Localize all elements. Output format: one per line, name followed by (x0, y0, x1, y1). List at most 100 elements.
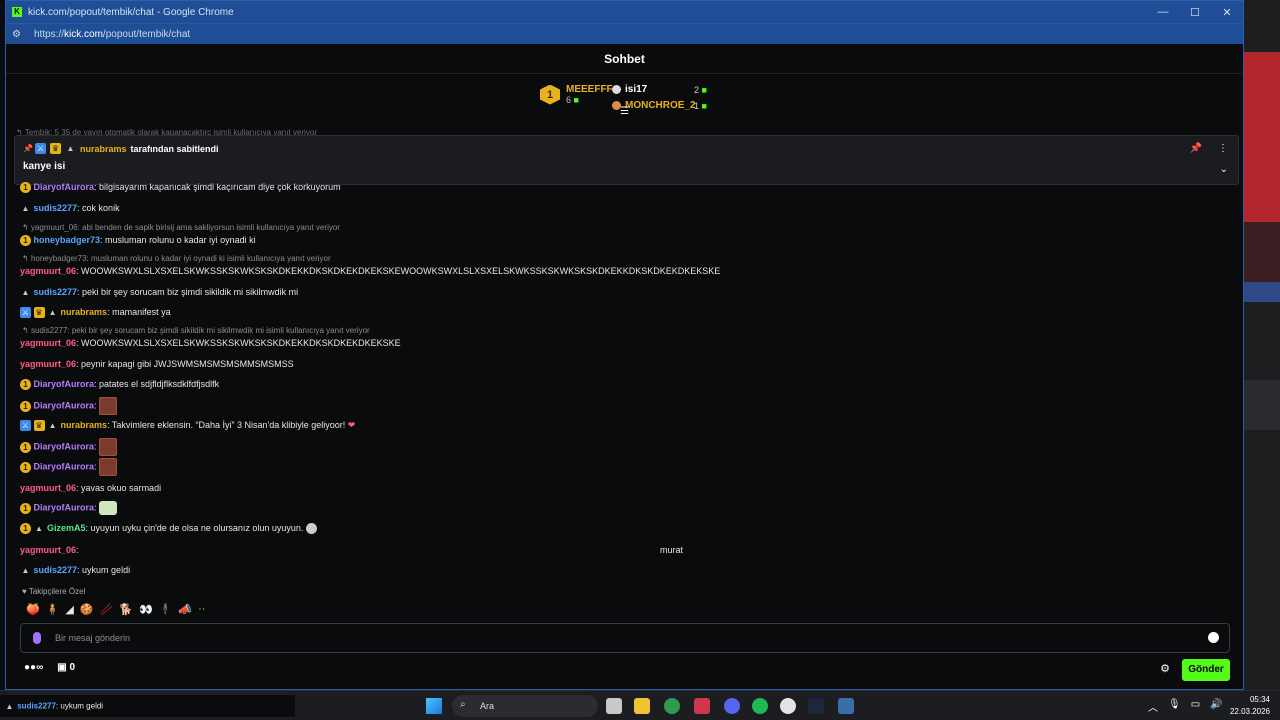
message-username[interactable]: sudis2277 (34, 203, 78, 213)
message-username[interactable]: yagmuurt_06 (20, 483, 76, 493)
crown-badge-icon: ♛ (33, 307, 45, 319)
message-username[interactable]: sudis2277 (34, 287, 78, 297)
subscriber-badge-icon: 1 (20, 441, 31, 453)
pinned-message[interactable]: 📌 ⚔ ♛ ▲ nurabrams tarafından sabitlendi … (14, 135, 1239, 185)
message-username[interactable]: sudis2277 (34, 565, 78, 575)
windows-taskbar: ▲ sudis2277: uykum geldi ⌕ Ara ︿ 🎙 ▭ 🔊 05… (0, 690, 1280, 720)
emote-list: 🍑 🧍 ◢ 🍪 🥢 🐕 👀 🕴 📣 ·· (26, 603, 205, 616)
app-shield-icon[interactable] (838, 698, 854, 714)
file-explorer-icon[interactable] (634, 698, 650, 714)
maximize-icon[interactable]: ☐ (1179, 6, 1211, 19)
emote-button[interactable]: 👀 (139, 603, 153, 616)
windows-start-icon[interactable] (426, 698, 442, 714)
hat-badge-icon: ▲ (21, 204, 30, 214)
microphone-icon[interactable] (33, 632, 41, 644)
chevron-up-icon[interactable]: ︿ (1148, 699, 1158, 714)
emote-button[interactable]: 🧍 (46, 603, 60, 616)
task-view-icon[interactable] (606, 698, 622, 714)
address-bar[interactable]: ⚙ https://kick.com/popout/tembik/chat (6, 23, 1243, 44)
url-text[interactable]: https://kick.com/popout/tembik/chat (34, 29, 190, 40)
message-username[interactable]: honeybadger73 (34, 235, 101, 245)
taskbar-search[interactable]: ⌕ Ara (452, 695, 598, 717)
message-username[interactable]: DiaryofAurora (34, 400, 95, 410)
chat-footer: ●●∞ ▣ 0 ⚙ Gönder (20, 659, 1230, 683)
more-options-icon[interactable]: ⋮ (1218, 143, 1228, 154)
message-username[interactable]: yagmuurt_06 (20, 359, 76, 369)
steam-icon[interactable] (808, 698, 824, 714)
emote-button[interactable]: ◢ (65, 603, 73, 616)
chrome-icon[interactable] (664, 698, 680, 714)
url-host: kick.com (64, 28, 103, 40)
emote-button[interactable]: 📣 (178, 603, 192, 616)
emote-button[interactable]: 🍑 (26, 603, 40, 616)
emote-button[interactable]: 🍪 (80, 603, 94, 616)
chat-message: ⚔ ♛ ▲ nurabrams: mamanifest ya (20, 307, 171, 319)
preview-text: : uykum geldi (55, 701, 104, 711)
clock[interactable]: 05:34 22.03.2026 (1230, 694, 1270, 718)
microphone-tray-icon[interactable]: 🎙 (1168, 699, 1181, 714)
reply-context-text: yagmuurt_06: abi benden de sapik birisij… (30, 223, 340, 232)
gift-icon: ■ (573, 95, 579, 105)
emote-image[interactable] (99, 458, 118, 476)
valorant-icon[interactable] (694, 698, 710, 714)
discord-icon[interactable] (724, 698, 740, 714)
chrome-popup-window: K kick.com/popout/tembik/chat - Google C… (5, 0, 1244, 690)
heart-icon: ♥ (22, 587, 27, 596)
emote-button[interactable]: 🥢 (100, 603, 114, 616)
moderator-badge-icon: ⚔ (20, 307, 31, 319)
crown-badge-icon: ♛ (33, 420, 45, 432)
filter-icon[interactable]: ☰ (620, 106, 629, 117)
message-username[interactable]: DiaryofAurora (34, 441, 95, 451)
message-username[interactable]: yagmuurt_06 (20, 266, 76, 276)
leaderboard-first[interactable]: 1 MEEEFFF 6 ■ (540, 84, 613, 105)
emoji-picker-icon[interactable] (1208, 632, 1219, 643)
leaderboard-second[interactable]: isi17 (612, 84, 647, 95)
subscriber-badge-icon: 1 (20, 182, 31, 194)
close-icon[interactable]: ✕ (1211, 6, 1243, 19)
emote-image[interactable] (99, 438, 118, 456)
hat-badge-icon: ▲ (48, 308, 57, 318)
volume-icon[interactable]: 🔊 (1210, 699, 1222, 714)
message-username[interactable]: nurabrams (61, 307, 108, 317)
url-prefix: https:// (34, 28, 65, 40)
emote-image[interactable] (99, 397, 118, 415)
message-username[interactable]: DiaryofAurora (34, 461, 95, 471)
users-icon: ●● (24, 662, 37, 673)
count-value: 6 (566, 95, 572, 105)
preview-username: sudis2277 (17, 701, 56, 711)
emote-button[interactable]: 🕴 (159, 603, 173, 616)
message-text: : peki bir şey sorucam biz şimdi sikildi… (77, 287, 299, 297)
hat-badge-icon: ▲ (5, 702, 14, 711)
message-input-placeholder: Bir mesaj gönderin (55, 633, 131, 643)
unpin-icon[interactable]: 📌 (1190, 143, 1202, 154)
message-input[interactable]: Bir mesaj gönderin (20, 623, 1230, 653)
emote-button[interactable]: 🐕 (119, 603, 133, 616)
emote-button[interactable]: ·· (198, 603, 205, 616)
send-button[interactable]: Gönder (1182, 659, 1230, 681)
emote-image[interactable] (99, 501, 118, 515)
hat-badge-icon: ▲ (66, 144, 75, 153)
message-username[interactable]: yagmuurt_06 (20, 545, 76, 555)
message-username[interactable]: DiaryofAurora (34, 182, 95, 192)
chat-message: yagmuurt_06: peynir kapagi gibi JWJSWMSM… (20, 359, 294, 369)
message-username[interactable]: nurabrams (61, 420, 108, 430)
emote-image[interactable] (305, 523, 317, 535)
minimize-icon[interactable]: — (1147, 6, 1179, 18)
message-username[interactable]: DiaryofAurora (34, 379, 95, 389)
app-icon[interactable] (780, 698, 796, 714)
settings-gear-icon[interactable]: ⚙ (1160, 662, 1170, 675)
gift-button[interactable]: ▣ 0 (57, 662, 75, 673)
chevron-down-icon[interactable]: ⌄ (1220, 164, 1228, 175)
count-value: 1 (694, 101, 700, 111)
site-settings-icon[interactable]: ⚙ (12, 29, 24, 40)
leaderboard-first-count: 6 ■ (566, 95, 613, 105)
message-username[interactable]: GizemA5 (47, 523, 86, 533)
viewer-count-button[interactable]: ●●∞ (24, 662, 43, 673)
pinned-by-user[interactable]: nurabrams (80, 144, 127, 154)
spotify-icon[interactable] (752, 698, 768, 714)
message-username[interactable]: DiaryofAurora (34, 502, 95, 512)
message-text: : patates el sdjfldjflksdklfdfjsdlfk (94, 379, 220, 389)
display-icon[interactable]: ▭ (1191, 699, 1200, 714)
emote-bar: ♥ Takipçilere Özel 🍑 🧍 ◢ 🍪 🥢 🐕 👀 🕴 📣 ·· (22, 587, 205, 616)
message-username[interactable]: yagmuurt_06 (20, 338, 76, 348)
